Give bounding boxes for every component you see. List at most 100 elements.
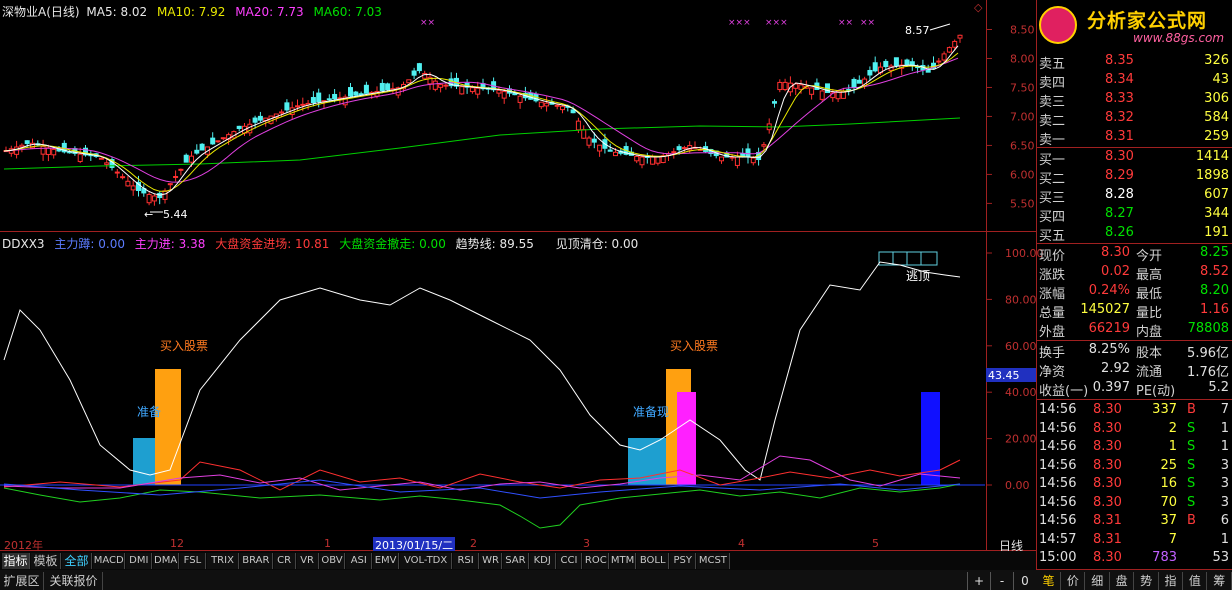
indicator-tab[interactable]: VOL-TDX xyxy=(400,553,453,569)
indicator-tab[interactable]: PSY xyxy=(670,553,697,569)
tick-price: 8.30 xyxy=(1093,420,1122,436)
tab-extend-area[interactable]: 扩展区 xyxy=(0,572,44,590)
candle-body xyxy=(279,111,285,114)
indicator-tab[interactable]: ROC xyxy=(583,553,610,569)
sell-price: 8.34 xyxy=(1105,72,1134,87)
tick-volume: 25 xyxy=(1160,457,1177,473)
price-tick-label: 5.50 xyxy=(1010,197,1035,210)
side-tab[interactable]: 笔 xyxy=(1037,572,1061,590)
finance-label: 流通 xyxy=(1136,365,1163,380)
side-tab[interactable]: 价 xyxy=(1061,572,1086,590)
tick-time: 14:56 xyxy=(1039,494,1077,510)
side-tab[interactable]: 值 xyxy=(1183,572,1208,590)
zoom-out-button[interactable]: - xyxy=(990,572,1013,590)
indicator-tab[interactable]: MTM xyxy=(610,553,636,569)
stat-value: 145027 xyxy=(1080,302,1130,317)
buy-row: 买一 8.30 1414 xyxy=(1037,148,1232,168)
time-label-mar: 3 xyxy=(583,537,590,550)
candle-body xyxy=(782,81,788,91)
indicator-tab[interactable]: TRIX xyxy=(206,553,240,569)
tick-volume: 2 xyxy=(1168,420,1177,436)
indicator-tab[interactable]: ASI xyxy=(346,553,373,569)
side-tab[interactable]: 细 xyxy=(1086,572,1110,590)
candle-body xyxy=(761,144,767,147)
time-label-apr: 4 xyxy=(738,537,745,550)
mode-tab[interactable]: 模板 xyxy=(31,553,61,569)
buy-volume: 1414 xyxy=(1195,149,1229,164)
indicator-header: DDXX3 主力蹲: 0.00 主力进: 3.38 大盘资金进场: 10.81 … xyxy=(2,235,638,252)
time-label-may: 5 xyxy=(872,537,879,550)
candle-body xyxy=(570,109,576,114)
zoom-in-button[interactable]: + xyxy=(967,572,990,590)
sell-label: 卖一 xyxy=(1039,133,1066,148)
tick-count: 3 xyxy=(1220,494,1229,510)
indicator-tab[interactable]: SAR xyxy=(503,553,529,569)
sell-volume: 306 xyxy=(1204,91,1229,106)
buy-label-1: 买入股票 xyxy=(160,339,208,353)
candle-body xyxy=(416,63,422,72)
ma10-value: MA10: 7.92 xyxy=(157,5,226,19)
candle-body xyxy=(189,155,194,163)
finance-row: 换手 8.25% 股本 5.96亿 xyxy=(1037,341,1232,361)
indicator-tab[interactable]: MACD xyxy=(93,553,126,569)
indicator-tab[interactable]: BOLL xyxy=(637,553,670,569)
side-tab[interactable]: 指 xyxy=(1159,572,1183,590)
indicator-tab[interactable]: BRAR xyxy=(240,553,273,569)
sell-price: 8.35 xyxy=(1105,53,1134,68)
indicator-tab[interactable]: CCI xyxy=(556,553,583,569)
ma5-line xyxy=(3,45,959,196)
trend-value: 趋势线: 89.55 xyxy=(455,237,534,251)
indicator-tick-label: 60.00 xyxy=(1005,340,1037,353)
indicator-tab[interactable]: OBV xyxy=(319,553,346,569)
price-tick-label: 7.50 xyxy=(1010,81,1035,94)
indicator-tab[interactable]: DMI xyxy=(126,553,153,569)
tick-row: 14:56 8.30 1 S 1 xyxy=(1037,438,1232,457)
stat-value: 78808 xyxy=(1187,321,1229,336)
sell-volume: 326 xyxy=(1204,53,1229,68)
stat-label: 今开 xyxy=(1136,249,1163,264)
candle-body xyxy=(650,156,656,165)
indicator-tab[interactable]: VR xyxy=(296,553,319,569)
side-tab[interactable]: 筹 xyxy=(1208,572,1232,590)
indicator-tab[interactable]: KDJ xyxy=(529,553,556,569)
tick-price: 8.30 xyxy=(1093,457,1122,473)
tick-side: S xyxy=(1187,494,1196,510)
candle-body xyxy=(167,183,173,186)
sell-volume: 43 xyxy=(1212,72,1229,87)
indicator-tab[interactable]: CR xyxy=(273,553,296,569)
indicator-tick-label: 0.00 xyxy=(1005,479,1030,492)
mode-tab[interactable]: 全部 xyxy=(62,553,92,569)
candle-body xyxy=(851,78,857,88)
candle-body xyxy=(883,60,889,68)
indicator-tab[interactable]: MCST xyxy=(697,553,730,569)
mode-tab[interactable]: 指标 xyxy=(2,553,30,569)
side-tab[interactable]: 盘 xyxy=(1110,572,1135,590)
expand-diamond-icon[interactable]: ◇ xyxy=(974,1,982,14)
tick-count: 1 xyxy=(1220,420,1229,436)
price-tick-label: 7.00 xyxy=(1010,110,1035,123)
buy-price: 8.29 xyxy=(1105,168,1134,183)
stat-row: 总量 145027 量比 1.16 xyxy=(1037,301,1232,321)
logo-area: 分析家公式网 www.88gs.com xyxy=(1037,0,1232,50)
tick-side: B xyxy=(1187,513,1196,528)
candle-body xyxy=(798,84,804,90)
indicator-tab[interactable]: FSL xyxy=(180,553,206,569)
time-axis: 2012年 12 1 2013/01/15/二 2 3 4 5 xyxy=(0,537,986,553)
logo-url: www.88gs.com xyxy=(1133,31,1225,45)
candle-body xyxy=(220,137,226,140)
buy-volume: 191 xyxy=(1204,225,1229,240)
indicator-tab[interactable]: WR xyxy=(480,553,502,569)
svg-text:××: ×× xyxy=(838,18,853,28)
tick-price: 8.31 xyxy=(1093,531,1122,547)
indicator-tab[interactable]: RSI xyxy=(453,553,479,569)
indicator-tab[interactable]: DMA xyxy=(153,553,179,569)
sell-row: 卖二 8.32 584 xyxy=(1037,109,1232,129)
candle-body xyxy=(104,162,110,165)
side-tab[interactable]: 势 xyxy=(1135,572,1159,590)
reset-button[interactable]: 0 xyxy=(1013,572,1036,590)
tick-row: 14:56 8.30 2 S 1 xyxy=(1037,420,1232,439)
candle-body xyxy=(671,151,677,154)
tab-related-quote[interactable]: 关联报价 xyxy=(45,572,103,590)
indicator-tab[interactable]: EMV xyxy=(373,553,399,569)
stock-title: 深物业A(日线) xyxy=(2,5,80,19)
